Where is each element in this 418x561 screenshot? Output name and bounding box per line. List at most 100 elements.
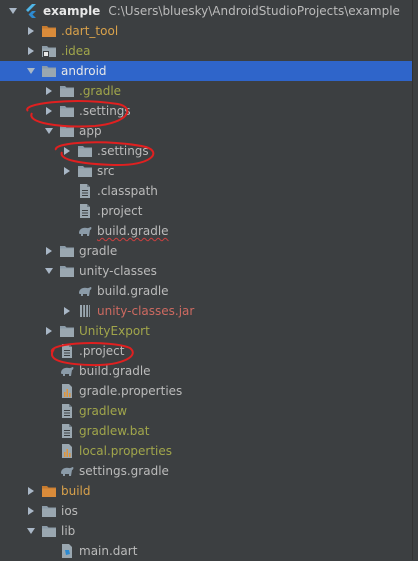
tree-row[interactable]: .idea: [0, 41, 413, 61]
chevron-right-icon[interactable]: [44, 106, 54, 116]
tree-item-label: build: [61, 483, 91, 499]
chevron-down-icon[interactable]: [44, 126, 54, 136]
file-icon: [59, 404, 75, 418]
tree-item-name: src: [97, 164, 115, 178]
chevron-right-icon[interactable]: [26, 46, 36, 56]
chevron-down-icon[interactable]: [44, 266, 54, 276]
tree-row[interactable]: build.gradle: [0, 221, 413, 241]
tree-item-label: .dart_tool: [61, 23, 118, 39]
tree-item-label: .idea: [61, 43, 91, 59]
tree-item-label: build.gradle: [97, 223, 169, 239]
folder-icon: [77, 164, 93, 178]
folder-icon: [59, 104, 75, 118]
tree-item-name: .project: [97, 204, 143, 218]
chevron-right-icon[interactable]: [62, 306, 72, 316]
tree-item-label: lib: [61, 523, 75, 539]
chevron-right-icon[interactable]: [62, 166, 72, 176]
chevron-right-icon[interactable]: [44, 86, 54, 96]
tree-row[interactable]: example C:\Users\bluesky\AndroidStudioPro…: [0, 1, 413, 21]
folder-icon: [77, 144, 93, 158]
tree-row[interactable]: lib: [0, 521, 413, 541]
tree-row[interactable]: .dart_tool: [0, 21, 413, 41]
tree-row[interactable]: .project: [0, 341, 413, 361]
tree-row[interactable]: android: [0, 61, 413, 81]
folder-icon: [41, 64, 57, 78]
chevron-down-icon[interactable]: [26, 526, 36, 536]
file-icon: [59, 344, 75, 358]
tree-item-label: main.dart: [79, 543, 137, 559]
project-path: C:\Users\bluesky\AndroidStudioProjects\e…: [108, 4, 400, 18]
tree-item-name: ios: [61, 504, 78, 518]
tree-item-name: android: [61, 64, 107, 78]
tree-item-label: build.gradle: [97, 283, 169, 299]
tree-row[interactable]: UnityExport: [0, 321, 413, 341]
tree-row[interactable]: .classpath: [0, 181, 413, 201]
tree-item-name: .idea: [61, 44, 91, 58]
tree-row[interactable]: src: [0, 161, 413, 181]
tree-row[interactable]: app: [0, 121, 413, 141]
tree-item-name: .dart_tool: [61, 24, 119, 38]
chevron-right-icon[interactable]: [44, 326, 54, 336]
project-tree: example C:\Users\bluesky\AndroidStudioPro…: [0, 0, 418, 560]
tree-item-name: app: [79, 124, 102, 138]
tree-row[interactable]: unity-classes.jar: [0, 301, 413, 321]
chevron-right-icon[interactable]: [44, 246, 54, 256]
chevron-right-icon[interactable]: [26, 26, 36, 36]
tree-item-label: gradle: [79, 243, 117, 259]
tree-row[interactable]: .settings: [0, 101, 413, 121]
tree-row[interactable]: unity-classes: [0, 261, 413, 281]
properties-icon: [59, 444, 75, 458]
tree-row[interactable]: .settings: [0, 141, 413, 161]
tree-row[interactable]: gradlew: [0, 401, 413, 421]
folder-icon-orange: [41, 484, 57, 498]
tree-item-label: .settings: [97, 143, 149, 159]
tree-row[interactable]: settings.gradle: [0, 461, 413, 481]
jar-icon: [77, 304, 93, 318]
tree-item-name: local.properties: [79, 444, 173, 458]
dart-file-icon: [59, 544, 75, 558]
folder-icon: [41, 504, 57, 518]
tree-item-label: ios: [61, 503, 78, 519]
tree-item-name: UnityExport: [79, 324, 150, 338]
file-icon: [59, 424, 75, 438]
tree-row[interactable]: build.gradle: [0, 281, 413, 301]
tree-item-name: gradlew.bat: [79, 424, 150, 438]
tree-row[interactable]: gradle.properties: [0, 381, 413, 401]
tree-item-name: .project: [79, 344, 125, 358]
tree-row[interactable]: .project: [0, 201, 413, 221]
tree-item-label: .project: [79, 343, 124, 359]
tree-row[interactable]: ios: [0, 501, 413, 521]
chevron-right-icon[interactable]: [26, 486, 36, 496]
tree-row[interactable]: local.properties: [0, 441, 413, 461]
tree-row[interactable]: main.dart: [0, 541, 413, 561]
tree-item-name: example: [43, 4, 101, 18]
gradle-icon: [77, 284, 93, 298]
tree-row[interactable]: gradlew.bat: [0, 421, 413, 441]
tree-item-label: example C:\Users\bluesky\AndroidStudioPro…: [43, 3, 400, 19]
tree-item-name: lib: [61, 524, 76, 538]
chevron-down-icon[interactable]: [26, 66, 36, 76]
tree-row[interactable]: build.gradle: [0, 361, 413, 381]
tree-row[interactable]: build: [0, 481, 413, 501]
tree-item-name: .classpath: [97, 184, 158, 198]
tree-item-name: unity-classes: [79, 264, 157, 278]
tree-row[interactable]: .gradle: [0, 81, 413, 101]
folder-icon: [59, 264, 75, 278]
scrollbar[interactable]: [412, 0, 418, 560]
tree-item-label: .project: [97, 203, 142, 219]
gradle-icon: [59, 364, 75, 378]
tree-item-label: src: [97, 163, 115, 179]
folder-icon: [59, 84, 75, 98]
chevron-down-icon[interactable]: [8, 6, 18, 16]
chevron-right-icon[interactable]: [62, 146, 72, 156]
tree-row[interactable]: gradle: [0, 241, 413, 261]
tree-item-label: android: [61, 63, 107, 79]
gradle-icon: [59, 464, 75, 478]
tree-item-name: build: [61, 484, 91, 498]
tree-item-name: .gradle: [79, 84, 122, 98]
chevron-right-icon[interactable]: [26, 506, 36, 516]
properties-icon: [59, 384, 75, 398]
tree-item-name: main.dart: [79, 544, 138, 558]
tree-item-name: .settings: [79, 104, 131, 118]
folder-icon: [59, 324, 75, 338]
